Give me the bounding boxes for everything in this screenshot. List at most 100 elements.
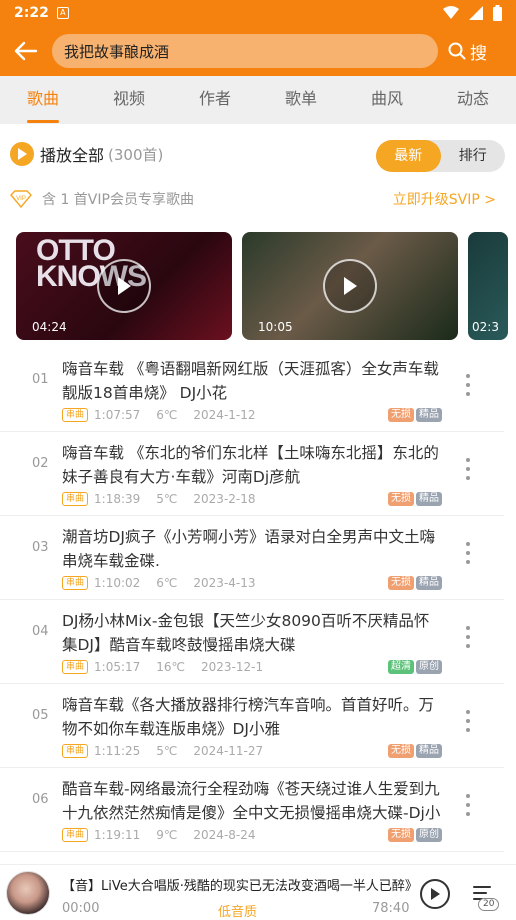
search-button[interactable]: 搜 xyxy=(448,39,487,64)
current-time: 00:00 xyxy=(62,901,100,916)
song-temp: 6℃ xyxy=(156,576,178,590)
song-meta: 串曲 1:11:25 5℃ 2024-11-27 xyxy=(62,744,279,758)
sort-ranking[interactable]: 排行 xyxy=(441,140,506,172)
original-badge: 原创 xyxy=(416,828,442,842)
song-duration: 1:05:17 xyxy=(94,660,141,674)
quality-badge: 精品 xyxy=(416,576,442,590)
song-row[interactable]: 03 潮音坊DJ疯子《小芳啊小芳》语录对白全男声中文土嗨串烧车载金碟. 串曲 1… xyxy=(0,516,504,600)
status-bar: 2:22 A xyxy=(0,0,516,26)
search-input[interactable]: 我把故事酿成酒 xyxy=(52,34,438,68)
song-title: 嗨音车载 《东北的爷们东北样【土味嗨东北摇】东北的妹子善良有大方·车载》河南Dj… xyxy=(62,444,439,486)
song-row[interactable]: 06 酷音车载-网络最流行全程劲嗨《苍天绕过谁人生爱到九十九依然茫然痴情是傻》全… xyxy=(0,768,504,852)
song-row[interactable]: 04 DJ杨小林Mix-金包银【天竺少女8090百听不厌精品怀集DJ】酷音车载咚… xyxy=(0,600,504,684)
lossless-badge: 无损 xyxy=(388,576,414,590)
song-temp: 9℃ xyxy=(156,828,178,842)
song-index: 05 xyxy=(32,708,49,723)
song-duration: 1:10:02 xyxy=(94,576,141,590)
song-date: 2024-8-24 xyxy=(193,828,256,842)
song-title: 嗨音车载《各大播放器排行榜汽车音响。首首好听。万物不如你车载连版串烧》DJ小雅 xyxy=(62,696,435,738)
medley-tag: 串曲 xyxy=(62,744,89,758)
vip-diamond-icon: VIP xyxy=(10,190,32,208)
more-options-icon[interactable] xyxy=(458,370,478,400)
lossless-badge: 无损 xyxy=(388,828,414,842)
results-content: 播放全部 (300首) 最新 排行 VIP 含 1 首VIP会员专享歌曲 立即升… xyxy=(0,124,516,864)
status-icons xyxy=(443,5,502,21)
song-duration: 1:11:25 xyxy=(94,744,141,758)
song-index: 02 xyxy=(32,456,49,471)
arrow-left-icon xyxy=(14,41,38,61)
song-index: 03 xyxy=(32,540,49,555)
play-pause-button[interactable] xyxy=(420,879,450,909)
video-card[interactable]: 10:05 xyxy=(242,232,458,340)
play-icon xyxy=(323,259,377,313)
song-list: 01 嗨音车载 《粤语翻唱新网红版（天涯孤客）全女声车载靓版18首串烧》 DJ小… xyxy=(0,348,516,852)
song-date: 2024-1-12 xyxy=(193,408,256,422)
back-button[interactable] xyxy=(0,26,52,76)
lossless-badge: 无损 xyxy=(388,492,414,506)
song-meta: 串曲 1:19:11 9℃ 2024-8-24 xyxy=(62,828,272,842)
total-time: 78:40 xyxy=(372,901,410,916)
video-carousel: OTTO KNOWS 04:24 10:05 02:3 xyxy=(16,232,516,342)
audio-quality[interactable]: 低音质 xyxy=(218,901,257,920)
song-title: 潮音坊DJ疯子《小芳啊小芳》语录对白全男声中文土嗨串烧车载金碟. xyxy=(62,528,436,570)
tab-genres[interactable]: 曲风 xyxy=(344,76,430,124)
more-options-icon[interactable] xyxy=(458,706,478,736)
more-options-icon[interactable] xyxy=(458,538,478,568)
more-options-icon[interactable] xyxy=(458,454,478,484)
video-duration: 04:24 xyxy=(32,320,67,334)
play-all-count: (300首) xyxy=(108,145,164,164)
search-icon xyxy=(448,42,466,60)
song-date: 2023-2-18 xyxy=(193,492,256,506)
song-badges: 无损 精品 xyxy=(388,492,442,506)
lossless-badge: 无损 xyxy=(388,744,414,758)
song-date: 2024-11-27 xyxy=(193,744,264,758)
song-temp: 5℃ xyxy=(156,744,178,758)
song-temp: 5℃ xyxy=(156,492,178,506)
medley-tag: 串曲 xyxy=(62,492,89,506)
song-title: DJ杨小林Mix-金包银【天竺少女8090百听不厌精品怀集DJ】酷音车载咚鼓慢摇… xyxy=(62,612,430,654)
song-badges: 无损 精品 xyxy=(388,408,442,422)
sort-latest[interactable]: 最新 xyxy=(376,140,441,172)
play-all-button[interactable]: 播放全部 (300首) xyxy=(10,142,163,166)
medley-tag: 串曲 xyxy=(62,828,89,842)
vip-notice: VIP 含 1 首VIP会员专享歌曲 立即升级SVIP > xyxy=(10,188,496,210)
quality-badge: 精品 xyxy=(416,492,442,506)
upgrade-svip-link[interactable]: 立即升级SVIP > xyxy=(393,189,496,209)
song-title: 嗨音车载 《粤语翻唱新网红版（天涯孤客）全女声车载靓版18首串烧》 DJ小花 xyxy=(62,360,439,402)
medley-tag: 串曲 xyxy=(62,660,89,674)
play-icon xyxy=(97,259,151,313)
song-index: 04 xyxy=(32,624,49,639)
play-circle-icon xyxy=(10,142,34,166)
search-button-label: 搜 xyxy=(470,43,487,64)
medley-tag: 串曲 xyxy=(62,408,89,422)
video-card[interactable]: 02:3 xyxy=(468,232,508,340)
tab-songs[interactable]: 歌曲 xyxy=(0,76,86,124)
play-icon xyxy=(431,888,440,900)
tab-playlists[interactable]: 歌单 xyxy=(258,76,344,124)
hd-badge: 超清 xyxy=(388,660,414,674)
search-header: 我把故事酿成酒 搜 xyxy=(0,26,516,76)
song-badges: 超清 原创 xyxy=(388,660,442,674)
song-badges: 无损 精品 xyxy=(388,744,442,758)
more-options-icon[interactable] xyxy=(458,790,478,820)
song-badges: 无损 原创 xyxy=(388,828,442,842)
album-cover[interactable] xyxy=(6,871,50,915)
song-meta: 串曲 1:18:39 5℃ 2023-2-18 xyxy=(62,492,272,506)
song-badges: 无损 精品 xyxy=(388,576,442,590)
song-row[interactable]: 05 嗨音车载《各大播放器排行榜汽车音响。首首好听。万物不如你车载连版串烧》DJ… xyxy=(0,684,504,768)
song-row[interactable]: 01 嗨音车载 《粤语翻唱新网红版（天涯孤客）全女声车载靓版18首串烧》 DJ小… xyxy=(0,348,504,432)
notification-icon: A xyxy=(56,7,69,19)
video-card[interactable]: OTTO KNOWS 04:24 xyxy=(16,232,232,340)
mini-player[interactable]: 【音】LiVe大合唱版·残酷的现实已无法改变酒喝一半人已醉》 00:00 低音质… xyxy=(0,864,516,920)
medley-tag: 串曲 xyxy=(62,576,89,590)
song-index: 01 xyxy=(32,372,49,387)
tab-authors[interactable]: 作者 xyxy=(172,76,258,124)
more-options-icon[interactable] xyxy=(458,622,478,652)
song-row[interactable]: 02 嗨音车载 《东北的爷们东北样【土味嗨东北摇】东北的妹子善良有大方·车载》河… xyxy=(0,432,504,516)
song-meta: 串曲 1:07:57 6℃ 2024-1-12 xyxy=(62,408,272,422)
tab-videos[interactable]: 视频 xyxy=(86,76,172,124)
song-duration: 1:19:11 xyxy=(94,828,141,842)
song-date: 2023-12-1 xyxy=(201,660,264,674)
tab-feed[interactable]: 动态 xyxy=(430,76,516,124)
song-duration: 1:07:57 xyxy=(94,408,141,422)
